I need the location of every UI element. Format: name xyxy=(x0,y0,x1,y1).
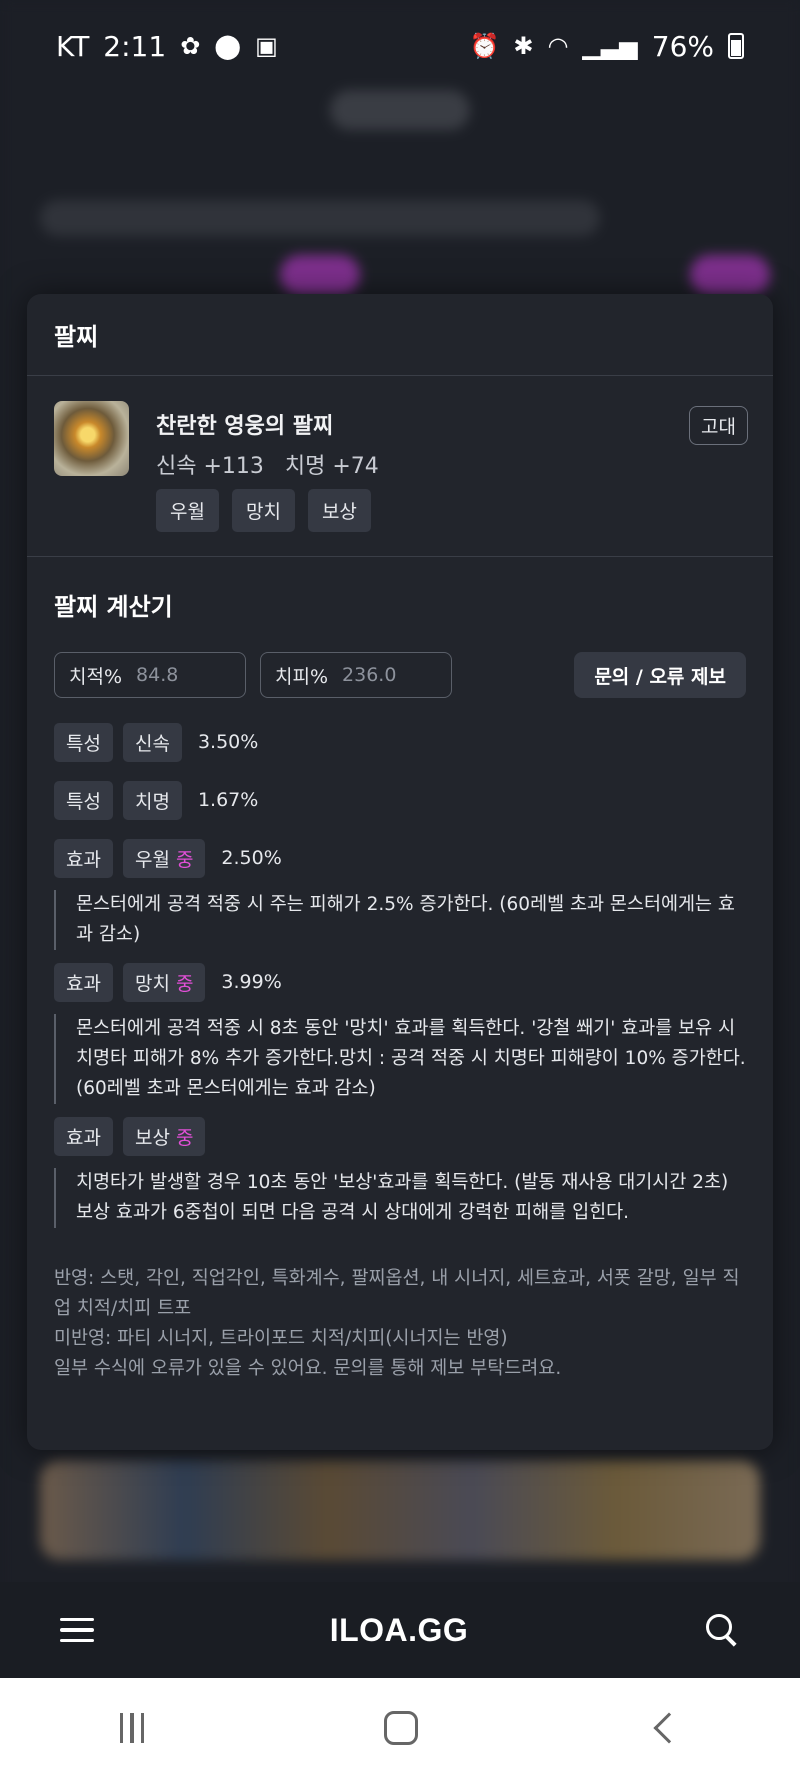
crit-rate-value: 84.8 xyxy=(136,664,179,686)
item-tag: 우월 xyxy=(156,489,219,532)
item-tags: 우월 망치 보상 xyxy=(156,489,371,532)
row-type-chip: 효과 xyxy=(54,838,113,878)
notification-icon: ▣ xyxy=(255,32,278,60)
item-stats: 신속 +113 치명 +74 xyxy=(156,454,379,479)
bg-purple-blob-right xyxy=(690,255,770,295)
row-name-chip: 신속 xyxy=(122,722,182,762)
back-icon[interactable] xyxy=(653,1712,685,1744)
status-bar: KT 2:11 ✿ ⬤ ▣ ⏰ ✱ ◠ ▁▃▅ 76% xyxy=(0,0,800,92)
calculator-notes: 반영: 스탯, 각인, 직업각인, 특화계수, 팔찌옵션, 내 시너지, 세트효… xyxy=(54,1264,746,1384)
row-type-chip: 효과 xyxy=(54,1116,113,1156)
effect-name: 보상 xyxy=(134,1126,170,1149)
crit-rate-input[interactable]: 치적% 84.8 xyxy=(54,652,246,698)
item-summary: 찬란한 영웅의 팔찌 신속 +113 치명 +74 우월 망치 보상 고대 xyxy=(27,376,773,557)
item-tag: 망치 xyxy=(231,489,295,532)
status-right: ⏰ ✱ ◠ ▁▃▅ 76% xyxy=(469,30,744,63)
note-disclaimer: 일부 수식에 오류가 있을 수 있어요. 문의를 통해 제보 부탁드려요. xyxy=(54,1358,562,1379)
effect-row-hammer: 효과 망치 중 3.99% xyxy=(54,962,746,1002)
bracelet-calculator: 팔찌 계산기 치적% 84.8 치피% 236.0 문의 / 오류 제보 특성 … xyxy=(27,587,773,1384)
menu-icon[interactable] xyxy=(60,1617,94,1643)
note-applied: 반영: 스탯, 각인, 직업각인, 특화계수, 팔찌옵션, 내 시너지, 세트효… xyxy=(54,1268,740,1319)
report-button[interactable]: 문의 / 오류 제보 xyxy=(574,652,746,698)
row-name-chip: 우월 중 xyxy=(122,838,206,878)
effect-name: 망치 xyxy=(134,972,170,995)
effect-description: 몬스터에게 공격 적중 시 8초 동안 '망치' 효과를 획득한다. '강철 쐐… xyxy=(54,1014,746,1104)
effect-level: 중 xyxy=(175,848,194,871)
bracelet-modal: 팔찌 찬란한 영웅의 팔찌 신속 +113 치명 +74 우월 망치 보상 고대… xyxy=(27,294,773,1450)
wifi-icon: ◠ xyxy=(547,32,569,60)
status-left: KT 2:11 ✿ ⬤ ▣ xyxy=(56,30,278,63)
item-name: 찬란한 영웅의 팔찌 xyxy=(156,414,334,439)
note-not-applied: 미반영: 파티 시너지, 트라이포드 치적/치피(시너지는 반영) xyxy=(54,1328,508,1349)
location-icon: ⬤ xyxy=(214,32,242,60)
effect-level: 중 xyxy=(175,972,194,995)
row-name-chip: 치명 xyxy=(122,780,182,820)
home-icon[interactable] xyxy=(384,1711,419,1745)
item-tag: 보상 xyxy=(307,489,371,532)
bg-purple-blob-left xyxy=(280,255,360,295)
effect-description: 몬스터에게 공격 적중 시 주는 피해가 2.5% 증가한다. (60레벨 초과… xyxy=(54,890,746,950)
clock: 2:11 xyxy=(103,29,167,63)
row-type-chip: 특성 xyxy=(54,722,113,762)
crit-rate-label: 치적% xyxy=(69,665,123,688)
effect-description: 치명타가 발생할 경우 10초 동안 '보상'효과를 획득한다. (발동 재사용… xyxy=(54,1168,746,1228)
battery-percent: 76% xyxy=(651,29,714,63)
calculator-title: 팔찌 계산기 xyxy=(54,593,173,621)
row-name-chip: 망치 중 xyxy=(122,962,206,1002)
row-type-chip: 특성 xyxy=(54,780,113,820)
effect-name: 우월 xyxy=(134,848,170,871)
stat-row-swiftness: 특성 신속 3.50% xyxy=(54,722,746,762)
row-value: 3.99% xyxy=(221,971,282,993)
crit-damage-input[interactable]: 치피% 236.0 xyxy=(260,652,452,698)
carrier-label: KT xyxy=(56,29,90,63)
effect-level: 중 xyxy=(175,1126,194,1149)
site-logo[interactable]: ILOA.GG xyxy=(330,1612,469,1649)
row-type-chip: 효과 xyxy=(54,962,113,1002)
bg-tabs-blob xyxy=(40,200,600,236)
row-value: 2.50% xyxy=(221,847,282,869)
bg-thumbs-blob xyxy=(40,1460,760,1560)
signal-icon: ▁▃▅ xyxy=(582,32,638,60)
search-icon[interactable] xyxy=(704,1612,740,1648)
row-value: 1.67% xyxy=(197,789,259,811)
modal-title: 팔찌 xyxy=(27,294,773,376)
crit-damage-value: 236.0 xyxy=(342,664,397,686)
alarm-icon: ⏰ xyxy=(469,32,500,60)
recent-apps-icon[interactable] xyxy=(119,1713,145,1743)
grade-badge: 고대 xyxy=(689,406,748,445)
battery-icon xyxy=(728,33,744,59)
calculator-inputs: 치적% 84.8 치피% 236.0 문의 / 오류 제보 xyxy=(54,652,746,698)
flower-icon: ✿ xyxy=(180,32,201,60)
app-bottom-bar: ILOA.GG xyxy=(0,1582,800,1678)
crit-damage-label: 치피% xyxy=(275,665,329,688)
effect-row-superiority: 효과 우월 중 2.50% xyxy=(54,838,746,878)
effect-row-reward: 효과 보상 중 xyxy=(54,1116,746,1156)
bluetooth-icon: ✱ xyxy=(513,32,534,60)
bracelet-thumbnail xyxy=(54,401,129,476)
bg-title-blob xyxy=(330,90,470,130)
android-navigation-bar xyxy=(0,1678,800,1778)
row-value: 3.50% xyxy=(197,731,259,753)
row-name-chip: 보상 중 xyxy=(122,1116,206,1156)
stat-row-crit: 특성 치명 1.67% xyxy=(54,780,746,820)
